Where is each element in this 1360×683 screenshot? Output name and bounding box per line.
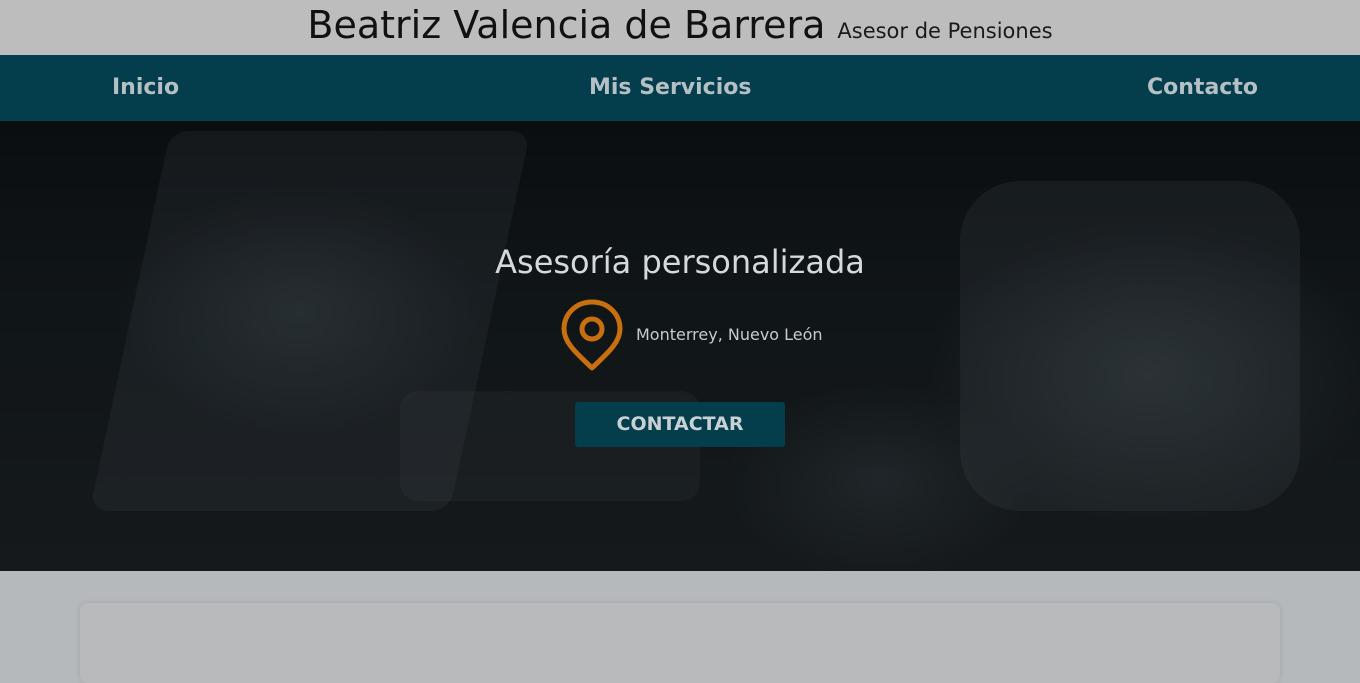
- main-nav: Inicio Mis Servicios Contacto: [0, 55, 1360, 121]
- content-card: [80, 603, 1280, 683]
- site-header: Beatriz Valencia de Barrera Asesor de Pe…: [0, 0, 1360, 55]
- location-row: Monterrey, Nuevo León: [558, 298, 823, 372]
- location-text: Monterrey, Nuevo León: [636, 324, 823, 344]
- map-pin-icon: [558, 298, 626, 372]
- nav-item-contacto[interactable]: Contacto: [1147, 55, 1258, 121]
- site-owner-role: Asesor de Pensiones: [837, 18, 1053, 43]
- hero-title: Asesoría personalizada: [495, 243, 865, 281]
- hero-section: Asesoría personalizada Monterrey, Nuevo …: [0, 121, 1360, 571]
- nav-item-mis-servicios[interactable]: Mis Servicios: [589, 55, 751, 121]
- site-owner-name: Beatriz Valencia de Barrera: [307, 2, 826, 47]
- hero-background-hands: [960, 181, 1300, 511]
- contactar-button[interactable]: CONTACTAR: [575, 402, 785, 447]
- nav-item-inicio[interactable]: Inicio: [112, 55, 179, 121]
